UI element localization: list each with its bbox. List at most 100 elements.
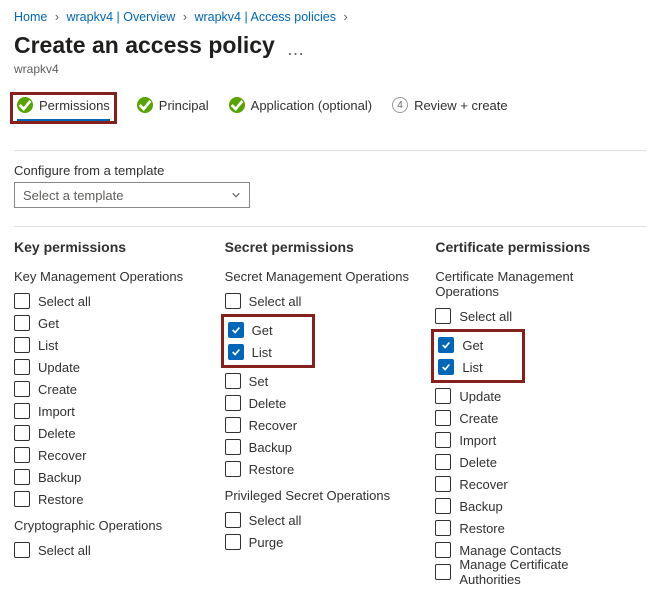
- row-cert-select-all: Select all: [435, 305, 632, 327]
- checkbox-secret-set[interactable]: [225, 373, 241, 389]
- checkbox-key-list[interactable]: [14, 337, 30, 353]
- label: Restore: [459, 521, 505, 536]
- checkbox-cert-manage-ca[interactable]: [435, 564, 451, 580]
- label: Update: [38, 360, 80, 375]
- checkbox-priv-secret-purge[interactable]: [225, 534, 241, 550]
- label: Select all: [249, 294, 302, 309]
- label: Restore: [249, 462, 295, 477]
- row-secret-get: Get: [228, 319, 308, 341]
- subhead-secret-mgmt: Secret Management Operations: [225, 269, 422, 284]
- label: Get: [38, 316, 59, 331]
- checkbox-secret-backup[interactable]: [225, 439, 241, 455]
- row-cert-import: Import: [435, 429, 632, 451]
- label: Delete: [38, 426, 76, 441]
- page-title: Create an access policy: [14, 32, 275, 59]
- checkbox-key-import[interactable]: [14, 403, 30, 419]
- template-label: Configure from a template: [14, 163, 646, 178]
- checkbox-cert-manage-contacts[interactable]: [435, 542, 451, 558]
- label: Select all: [38, 294, 91, 309]
- row-secret-set: Set: [225, 370, 422, 392]
- checkbox-key-select-all[interactable]: [14, 293, 30, 309]
- label: List: [38, 338, 58, 353]
- label: Restore: [38, 492, 84, 507]
- checkbox-cert-import[interactable]: [435, 432, 451, 448]
- checkbox-secret-get[interactable]: [228, 322, 244, 338]
- checkbox-cert-recover[interactable]: [435, 476, 451, 492]
- checkbox-key-delete[interactable]: [14, 425, 30, 441]
- checkbox-crypto-select-all[interactable]: [14, 542, 30, 558]
- row-secret-restore: Restore: [225, 458, 422, 480]
- label: Recover: [38, 448, 86, 463]
- label: Import: [459, 433, 496, 448]
- row-key-create: Create: [14, 378, 211, 400]
- row-secret-recover: Recover: [225, 414, 422, 436]
- step-application[interactable]: Application (optional): [229, 97, 372, 119]
- label: Manage Certificate Authorities: [459, 557, 632, 587]
- label: Select all: [249, 513, 302, 528]
- checkbox-key-update[interactable]: [14, 359, 30, 375]
- row-cert-restore: Restore: [435, 517, 632, 539]
- row-secret-list: List: [228, 341, 308, 363]
- breadcrumb-overview[interactable]: wrapkv4 | Overview: [66, 10, 175, 24]
- row-cert-manage-ca: Manage Certificate Authorities: [435, 561, 632, 583]
- label: Create: [459, 411, 498, 426]
- label: Import: [38, 404, 75, 419]
- divider: [14, 226, 646, 227]
- checkbox-secret-select-all[interactable]: [225, 293, 241, 309]
- step-review[interactable]: 4 Review + create: [392, 97, 508, 119]
- step-permissions[interactable]: Permissions: [17, 97, 110, 121]
- checkbox-secret-recover[interactable]: [225, 417, 241, 433]
- col-secret-permissions: Secret permissions Secret Management Ope…: [225, 239, 436, 583]
- checkbox-secret-list[interactable]: [228, 344, 244, 360]
- row-secret-select-all: Select all: [225, 290, 422, 312]
- row-crypto-select-all: Select all: [14, 539, 211, 561]
- template-select[interactable]: Select a template: [14, 182, 250, 208]
- label: Delete: [249, 396, 287, 411]
- checkbox-cert-update[interactable]: [435, 388, 451, 404]
- label: Get: [252, 323, 273, 338]
- subhead-priv-secret: Privileged Secret Operations: [225, 488, 422, 503]
- checkbox-cert-get[interactable]: [438, 337, 454, 353]
- checkbox-cert-create[interactable]: [435, 410, 451, 426]
- checkbox-key-backup[interactable]: [14, 469, 30, 485]
- row-key-get: Get: [14, 312, 211, 334]
- wizard-steps: Permissions Principal Application (optio…: [14, 92, 646, 124]
- template-placeholder: Select a template: [23, 188, 123, 203]
- checkbox-cert-delete[interactable]: [435, 454, 451, 470]
- row-secret-backup: Backup: [225, 436, 422, 458]
- row-key-list: List: [14, 334, 211, 356]
- checkbox-cert-select-all[interactable]: [435, 308, 451, 324]
- step-number-icon: 4: [392, 97, 408, 113]
- label: Backup: [459, 499, 502, 514]
- checkbox-cert-restore[interactable]: [435, 520, 451, 536]
- col-key-permissions: Key permissions Key Management Operation…: [14, 239, 225, 583]
- breadcrumb-policies[interactable]: wrapkv4 | Access policies: [194, 10, 336, 24]
- checkbox-key-create[interactable]: [14, 381, 30, 397]
- checkbox-cert-backup[interactable]: [435, 498, 451, 514]
- checkbox-cert-list[interactable]: [438, 359, 454, 375]
- step-label: Permissions: [39, 98, 110, 113]
- row-secret-delete: Delete: [225, 392, 422, 414]
- col-cert-permissions: Certificate permissions Certificate Mana…: [435, 239, 646, 583]
- row-key-backup: Backup: [14, 466, 211, 488]
- label: Manage Contacts: [459, 543, 561, 558]
- step-label: Application (optional): [251, 98, 372, 113]
- label: List: [462, 360, 482, 375]
- label: Create: [38, 382, 77, 397]
- more-icon[interactable]: …: [286, 39, 304, 59]
- chevron-right-icon: ›: [183, 10, 187, 24]
- checkbox-key-recover[interactable]: [14, 447, 30, 463]
- row-cert-create: Create: [435, 407, 632, 429]
- row-key-delete: Delete: [14, 422, 211, 444]
- checkbox-key-get[interactable]: [14, 315, 30, 331]
- col-title-key: Key permissions: [14, 239, 211, 255]
- breadcrumb-home[interactable]: Home: [14, 10, 47, 24]
- step-principal[interactable]: Principal: [137, 97, 209, 119]
- row-key-recover: Recover: [14, 444, 211, 466]
- checkbox-secret-restore[interactable]: [225, 461, 241, 477]
- label: List: [252, 345, 272, 360]
- checkbox-secret-delete[interactable]: [225, 395, 241, 411]
- chevron-right-icon: ›: [55, 10, 59, 24]
- checkbox-key-restore[interactable]: [14, 491, 30, 507]
- checkbox-priv-secret-select-all[interactable]: [225, 512, 241, 528]
